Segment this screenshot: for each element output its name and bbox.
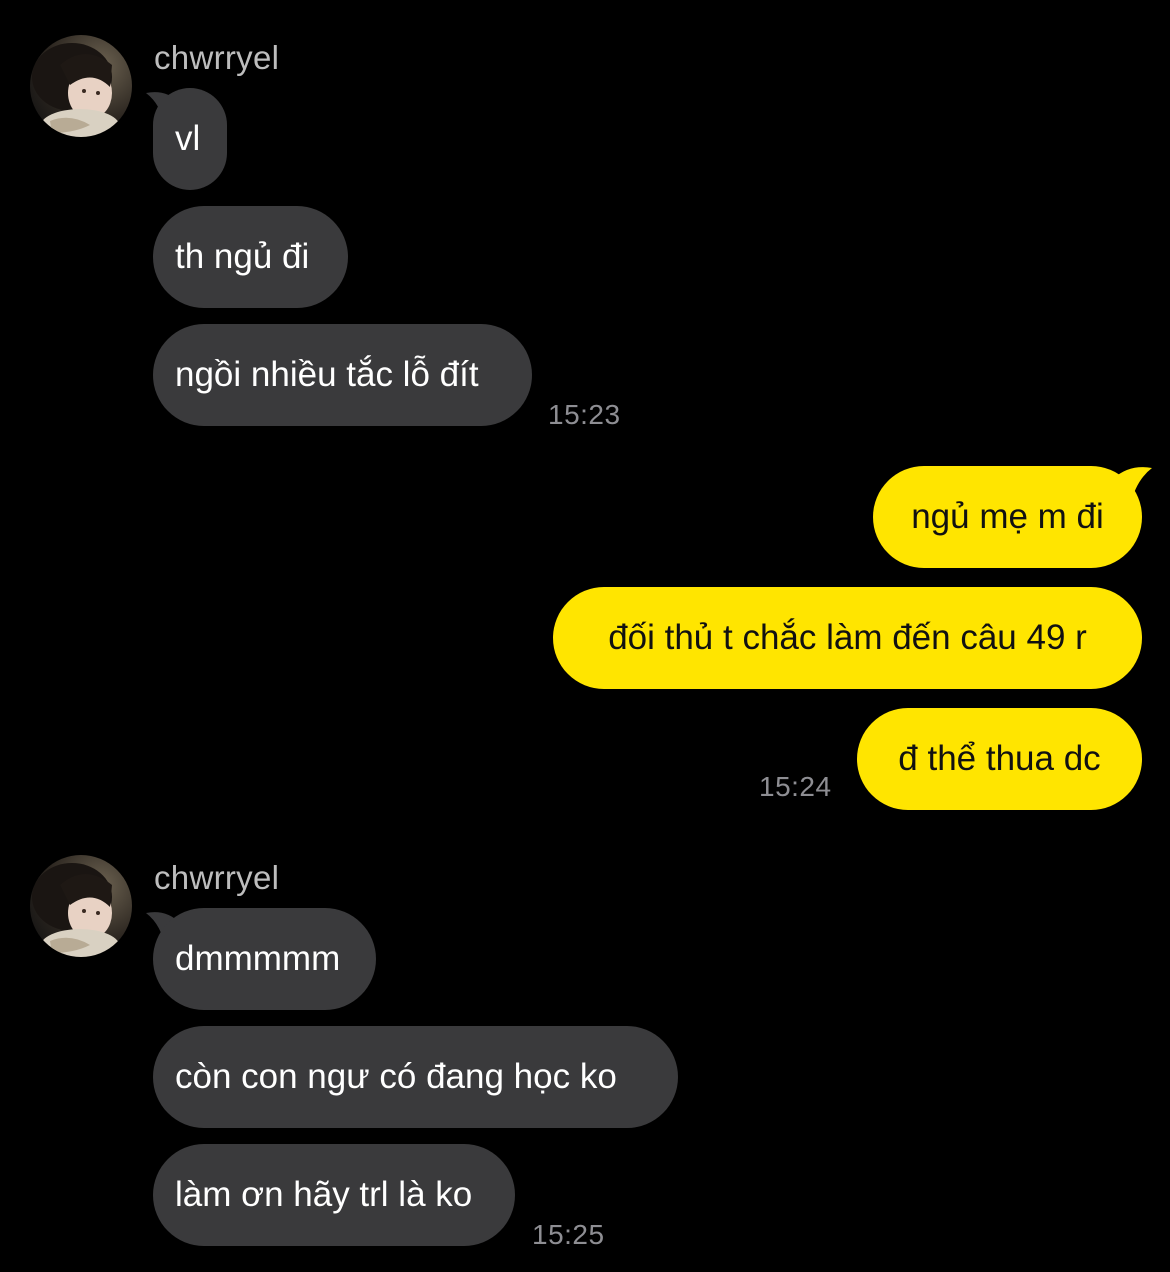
sender-avatar[interactable] [30, 35, 132, 137]
message-timestamp: 15:24 [759, 771, 832, 802]
message-bubble-outgoing[interactable]: đ thể thua dc [857, 708, 1142, 810]
message-bubble-incoming[interactable]: th ngủ đi [153, 206, 348, 308]
message-text: vl [175, 119, 201, 158]
message-bubble-outgoing[interactable]: ngủ mẹ m đi [873, 466, 1142, 568]
message-text: dmmmmm [175, 939, 341, 978]
message-text: còn con ngư có đang học ko [175, 1057, 617, 1096]
message-text: th ngủ đi [175, 237, 310, 276]
sender-avatar[interactable] [30, 855, 132, 957]
message-text: làm ơn hãy trl là ko [175, 1175, 473, 1214]
message-bubble-incoming[interactable]: còn con ngư có đang học ko [153, 1026, 678, 1128]
sender-name: chwrryel [154, 39, 280, 76]
message-bubble-outgoing[interactable]: đối thủ t chắc làm đến câu 49 r [553, 587, 1142, 689]
sender-name: chwrryel [154, 859, 280, 896]
message-timestamp: 15:23 [548, 399, 621, 430]
message-bubble-incoming[interactable]: làm ơn hãy trl là ko [153, 1144, 515, 1246]
message-text: đ thể thua dc [898, 739, 1101, 778]
message-text: đối thủ t chắc làm đến câu 49 r [608, 618, 1087, 657]
message-timestamp: 15:25 [532, 1219, 605, 1250]
message-text: ngồi nhiều tắc lỗ đít [175, 355, 479, 394]
message-bubble-incoming[interactable]: ngồi nhiều tắc lỗ đít [153, 324, 532, 426]
message-text: ngủ mẹ m đi [911, 497, 1104, 536]
message-bubble-incoming[interactable]: vl [153, 88, 227, 190]
message-bubble-incoming[interactable]: dmmmmm [153, 908, 376, 1010]
